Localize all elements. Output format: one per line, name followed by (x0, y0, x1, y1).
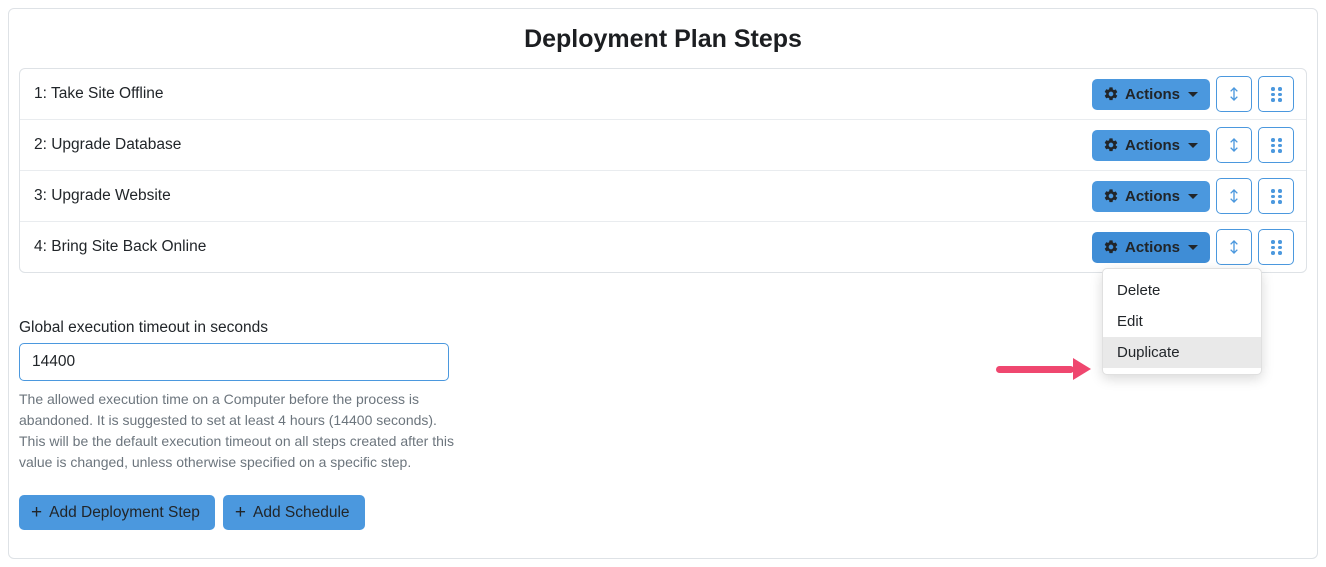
add-step-label: Add Deployment Step (49, 504, 200, 522)
gear-icon (1103, 137, 1119, 153)
drag-handle[interactable] (1258, 76, 1294, 112)
grip-icon (1269, 240, 1283, 254)
actions-button-label: Actions (1125, 137, 1180, 154)
reorder-button[interactable] (1216, 178, 1252, 214)
gear-icon (1103, 86, 1119, 102)
step-row: 2: Upgrade Database Actions (20, 120, 1306, 171)
reorder-button[interactable] (1216, 127, 1252, 163)
plus-icon: + (235, 503, 246, 522)
step-label: 3: Upgrade Website (34, 187, 171, 205)
step-controls: Actions (1092, 178, 1294, 214)
drag-handle[interactable] (1258, 127, 1294, 163)
actions-button[interactable]: Actions (1092, 232, 1210, 263)
page-title: Deployment Plan Steps (19, 25, 1307, 54)
actions-button[interactable]: Actions (1092, 130, 1210, 161)
actions-button[interactable]: Actions (1092, 79, 1210, 110)
add-deployment-step-button[interactable]: + Add Deployment Step (19, 495, 215, 530)
arrow-head-icon (1073, 358, 1091, 380)
timeout-help-text: The allowed execution time on a Computer… (19, 389, 467, 473)
step-row: 3: Upgrade Website Actions (20, 171, 1306, 222)
arrows-vertical-icon (1226, 137, 1242, 153)
drag-handle[interactable] (1258, 178, 1294, 214)
grip-icon (1269, 189, 1283, 203)
add-schedule-label: Add Schedule (253, 504, 350, 522)
dropdown-item-duplicate[interactable]: Duplicate (1103, 337, 1261, 368)
step-controls: Actions (1092, 229, 1294, 265)
plus-icon: + (31, 503, 42, 522)
timeout-input[interactable] (19, 343, 449, 381)
dropdown-item-edit[interactable]: Edit (1103, 306, 1261, 337)
caret-down-icon (1188, 245, 1198, 250)
caret-down-icon (1188, 143, 1198, 148)
reorder-button[interactable] (1216, 76, 1252, 112)
step-controls: Actions (1092, 76, 1294, 112)
caret-down-icon (1188, 92, 1198, 97)
steps-list: 1: Take Site Offline Actions (19, 68, 1307, 273)
step-controls: Actions (1092, 127, 1294, 163)
actions-dropdown: Delete Edit Duplicate (1102, 268, 1262, 375)
step-row: 4: Bring Site Back Online Actions (20, 222, 1306, 272)
arrows-vertical-icon (1226, 188, 1242, 204)
timeout-section: Global execution timeout in seconds The … (19, 319, 467, 473)
gear-icon (1103, 239, 1119, 255)
step-label: 1: Take Site Offline (34, 85, 164, 103)
arrows-vertical-icon (1226, 239, 1242, 255)
actions-button[interactable]: Actions (1092, 181, 1210, 212)
reorder-button[interactable] (1216, 229, 1252, 265)
grip-icon (1269, 87, 1283, 101)
timeout-label: Global execution timeout in seconds (19, 319, 467, 337)
arrows-vertical-icon (1226, 86, 1242, 102)
deployment-plan-card: Deployment Plan Steps 1: Take Site Offli… (8, 8, 1318, 559)
step-label: 4: Bring Site Back Online (34, 238, 206, 256)
step-label: 2: Upgrade Database (34, 136, 181, 154)
gear-icon (1103, 188, 1119, 204)
footer-buttons: + Add Deployment Step + Add Schedule (19, 495, 1307, 530)
annotation-arrow (996, 358, 1091, 380)
drag-handle[interactable] (1258, 229, 1294, 265)
dropdown-item-delete[interactable]: Delete (1103, 275, 1261, 306)
actions-button-label: Actions (1125, 188, 1180, 205)
add-schedule-button[interactable]: + Add Schedule (223, 495, 365, 530)
arrow-line (996, 366, 1074, 373)
actions-button-label: Actions (1125, 239, 1180, 256)
grip-icon (1269, 138, 1283, 152)
actions-button-label: Actions (1125, 86, 1180, 103)
caret-down-icon (1188, 194, 1198, 199)
step-row: 1: Take Site Offline Actions (20, 69, 1306, 120)
